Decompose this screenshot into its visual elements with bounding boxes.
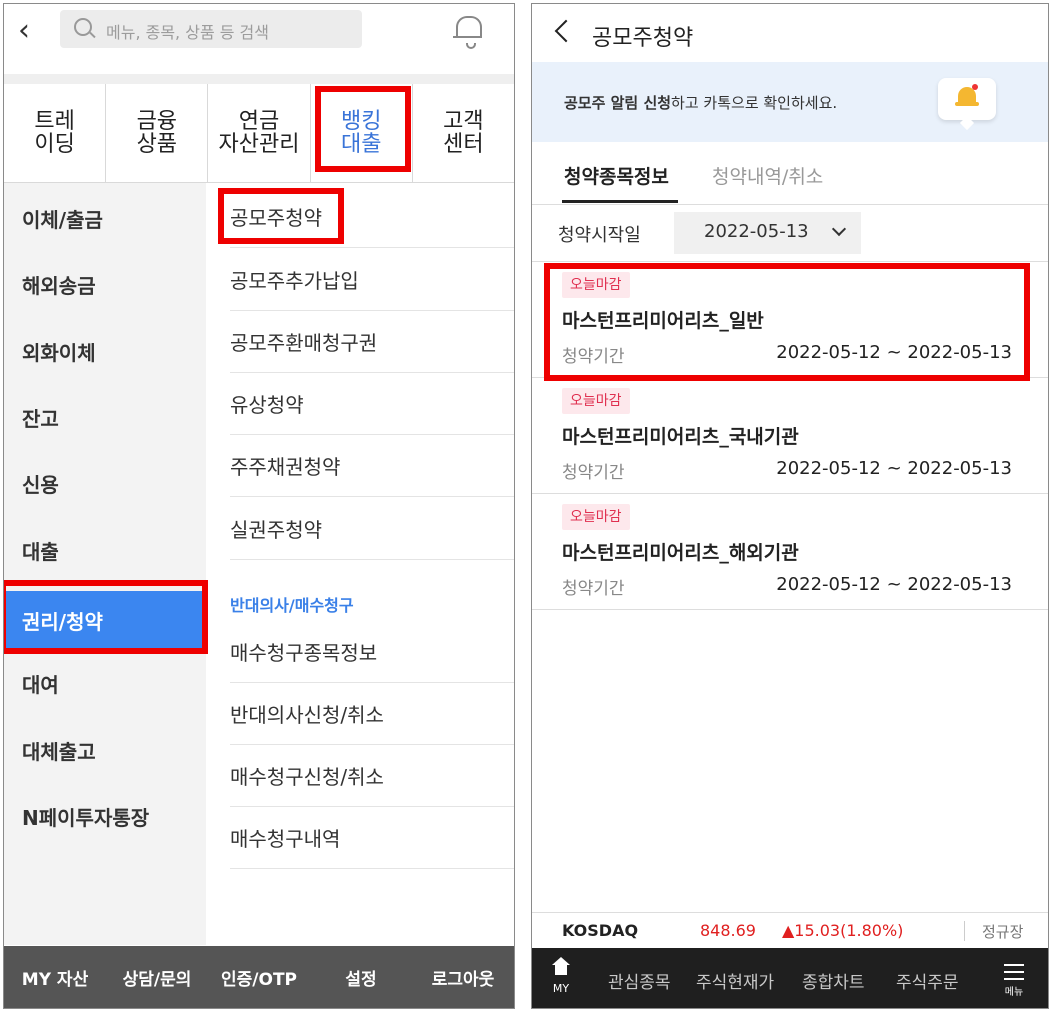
tab-pension[interactable]: 연금 자산관리 (208, 84, 311, 182)
tab-trading[interactable]: 트레 이딩 (4, 84, 107, 182)
nav-my-label: MY (552, 982, 570, 995)
market-ticker[interactable]: KOSDAQ 848.69 ▲15.03(1.80%) 정규장 (532, 912, 1048, 949)
sidebar-item-overseas-remittance[interactable]: 해외송금 (4, 251, 206, 317)
nav-menu[interactable]: 메뉴 (1002, 964, 1026, 998)
page-title: 공모주청약 (592, 26, 694, 51)
nav-menu-label: 메뉴 (1004, 987, 1024, 998)
submenu-appraisal-info[interactable]: 매수청구종목정보 (230, 620, 514, 683)
consult-button[interactable]: 상담/문의 (106, 965, 208, 990)
status-badge: 오늘마감 (562, 388, 630, 414)
nav-chart[interactable]: 종합차트 (802, 968, 865, 993)
date-filter: 청약시작일 2022-05-13 (532, 205, 1048, 262)
tab-bar: 청약종목정보 청약내역/취소 (532, 142, 1048, 205)
alert-banner[interactable]: 공모주 알림 신청하고 카톡으로 확인하세요. (532, 62, 1048, 142)
bell-icon (938, 78, 996, 131)
date-value: 2022-05-13 (704, 221, 809, 242)
back-icon[interactable] (554, 19, 578, 43)
sidebar-item-credit[interactable]: 신용 (4, 450, 206, 516)
period-label: 청약기간 (562, 579, 625, 599)
divider (230, 559, 514, 560)
nav-stock-price[interactable]: 주식현재가 (696, 968, 774, 993)
home-icon (552, 957, 570, 976)
period-value: 2022-05-12 ~ 2022-05-13 (776, 458, 1012, 479)
left-screen: ‹ 메뉴, 종목, 상품 등 검색 트레 이딩 금융 상품 연금 자산관리 뱅킹… (3, 3, 515, 1009)
banner-text: 공모주 알림 신청하고 카톡으로 확인하세요. (564, 94, 838, 112)
nav-watchlist[interactable]: 관심종목 (608, 968, 671, 993)
list-item[interactable]: 오늘마감 마스턴프리미어리츠_일반 청약기간 2022-05-12 ~ 2022… (532, 262, 1048, 378)
sidebar: 이체/출금 해외송금 외화이체 잔고 신용 대출 권리/청약 대여 대체출고 N… (4, 183, 206, 945)
submenu-rights-offering[interactable]: 유상청약 (230, 372, 514, 435)
divider (964, 921, 965, 941)
auth-otp-button[interactable]: 인증/OTP (208, 965, 310, 990)
tab-banking-loan[interactable]: 뱅킹 대출 (311, 84, 413, 182)
sidebar-item-rights-subscription[interactable]: 권리/청약 (4, 591, 206, 649)
sidebar-item-balance[interactable]: 잔고 (4, 384, 206, 450)
category-tabs: 트레 이딩 금융 상품 연금 자산관리 뱅킹 대출 고객 센터 (4, 84, 514, 183)
logout-button[interactable]: 로그아웃 (412, 965, 514, 990)
period-label: 청약기간 (562, 463, 625, 483)
tab-subscription-history[interactable]: 청약내역/취소 (712, 162, 823, 189)
back-icon[interactable]: ‹ (18, 16, 30, 46)
index-name: KOSDAQ (562, 921, 639, 940)
date-select[interactable]: 2022-05-13 (674, 212, 861, 254)
bottom-nav: MY 관심종목 주식현재가 종합차트 주식주문 메뉴 (532, 948, 1048, 1008)
index-change: ▲15.03(1.80%) (782, 921, 904, 940)
search-icon (74, 18, 92, 36)
tab-customer-center[interactable]: 고객 센터 (413, 84, 514, 182)
sidebar-item-lending[interactable]: 대여 (4, 650, 206, 716)
tab-subscription-info[interactable]: 청약종목정보 (564, 162, 669, 189)
sidebar-item-loan[interactable]: 대출 (4, 517, 206, 583)
status-badge: 오늘마감 (562, 272, 630, 298)
period-value: 2022-05-12 ~ 2022-05-13 (776, 342, 1012, 363)
search-input[interactable]: 메뉴, 종목, 상품 등 검색 (60, 10, 362, 48)
top-bar: ‹ 메뉴, 종목, 상품 등 검색 (4, 4, 514, 74)
submenu-ipo-putback[interactable]: 공모주환매청구권 (230, 310, 514, 373)
nav-stock-order[interactable]: 주식주문 (896, 968, 959, 993)
submenu-ipo-subscription[interactable]: 공모주청약 (230, 185, 514, 248)
tab-financial-products[interactable]: 금융 상품 (106, 84, 209, 182)
list-item[interactable]: 오늘마감 마스턴프리미어리츠_해외기관 청약기간 2022-05-12 ~ 20… (532, 494, 1048, 610)
submenu-dissent-request[interactable]: 반대의사신청/취소 (230, 682, 514, 745)
sidebar-item-transfer[interactable]: 이체/출금 (4, 185, 206, 251)
submenu-forfeited-shares[interactable]: 실권주청약 (230, 497, 514, 559)
submenu-shareholder-bond[interactable]: 주주채권청약 (230, 434, 514, 497)
settings-button[interactable]: 설정 (310, 965, 412, 990)
search-placeholder: 메뉴, 종목, 상품 등 검색 (106, 23, 269, 42)
submenu: 공모주청약 공모주추가납입 공모주환매청구권 유상청약 주주채권청약 실권주청약… (206, 183, 514, 945)
header: 공모주청약 (532, 4, 1048, 62)
status-badge: 오늘마감 (562, 504, 630, 530)
nav-my[interactable]: MY (550, 957, 572, 995)
menu-icon (1002, 964, 1026, 980)
sidebar-item-fx-transfer[interactable]: 외화이체 (4, 318, 206, 384)
list-item[interactable]: 오늘마감 마스턴프리미어리츠_국내기관 청약기간 2022-05-12 ~ 20… (532, 378, 1048, 494)
sidebar-item-npay-account[interactable]: N페이투자통장 (4, 783, 206, 849)
item-name: 마스턴프리미어리츠_일반 (562, 310, 764, 332)
divider (4, 74, 514, 84)
period-value: 2022-05-12 ~ 2022-05-13 (776, 574, 1012, 595)
submenu-section-header: 반대의사/매수청구 (230, 596, 354, 615)
item-name: 마스턴프리미어리츠_국내기관 (562, 426, 799, 448)
chevron-down-icon (831, 221, 847, 237)
tab-underline (562, 200, 678, 203)
submenu-ipo-additional-payment[interactable]: 공모주추가납입 (230, 248, 514, 311)
index-price: 848.69 (700, 921, 756, 940)
submenu-appraisal-request[interactable]: 매수청구신청/취소 (230, 744, 514, 807)
my-assets-button[interactable]: MY 자산 (4, 965, 106, 990)
submenu-appraisal-history[interactable]: 매수청구내역 (230, 806, 514, 869)
bottom-bar: MY 자산 상담/문의 인증/OTP 설정 로그아웃 (4, 946, 514, 1008)
filter-label: 청약시작일 (558, 225, 641, 246)
period-label: 청약기간 (562, 347, 625, 367)
bell-icon[interactable] (453, 16, 482, 49)
market-session: 정규장 (982, 923, 1024, 941)
sidebar-item-substitute-withdrawal[interactable]: 대체출고 (4, 717, 206, 783)
right-screen: 공모주청약 공모주 알림 신청하고 카톡으로 확인하세요. 청약종목정보 청약내… (531, 3, 1049, 1009)
item-name: 마스턴프리미어리츠_해외기관 (562, 542, 799, 564)
